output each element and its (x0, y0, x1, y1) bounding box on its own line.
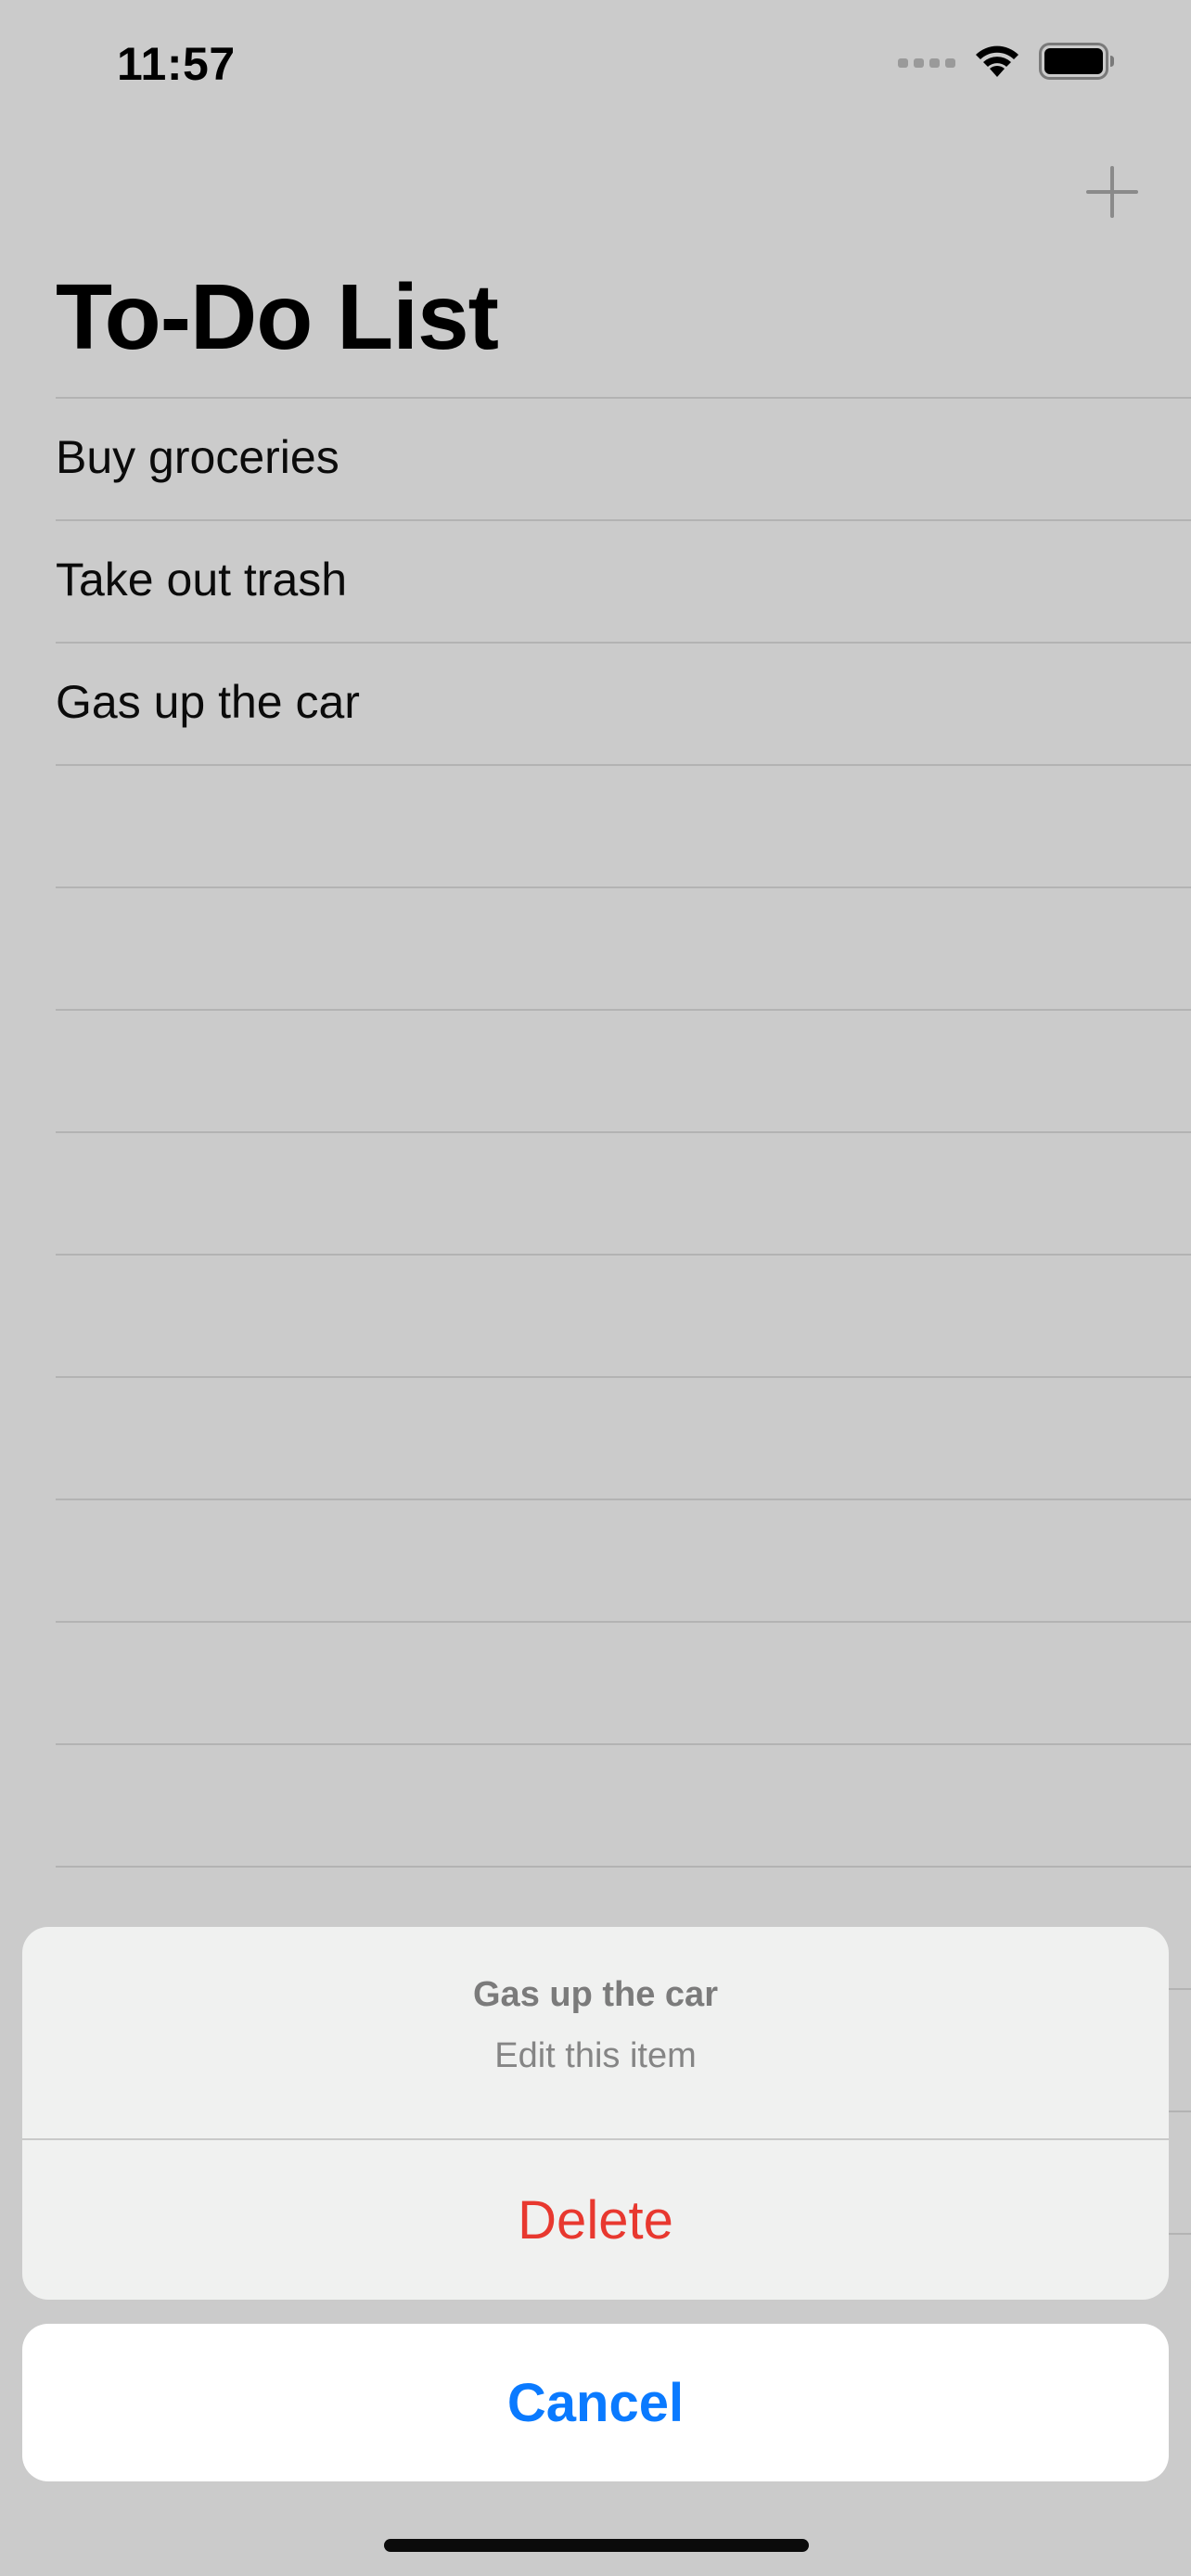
cancel-button[interactable]: Cancel (22, 2324, 1169, 2481)
action-sheet: Gas up the car Edit this item Delete (22, 1927, 1169, 2300)
action-sheet-header: Gas up the car Edit this item (22, 1927, 1169, 2140)
action-sheet-message: Edit this item (494, 2036, 697, 2075)
action-sheet-title: Gas up the car (473, 1975, 718, 2014)
delete-button[interactable]: Delete (22, 2140, 1169, 2300)
home-indicator (384, 2539, 809, 2552)
